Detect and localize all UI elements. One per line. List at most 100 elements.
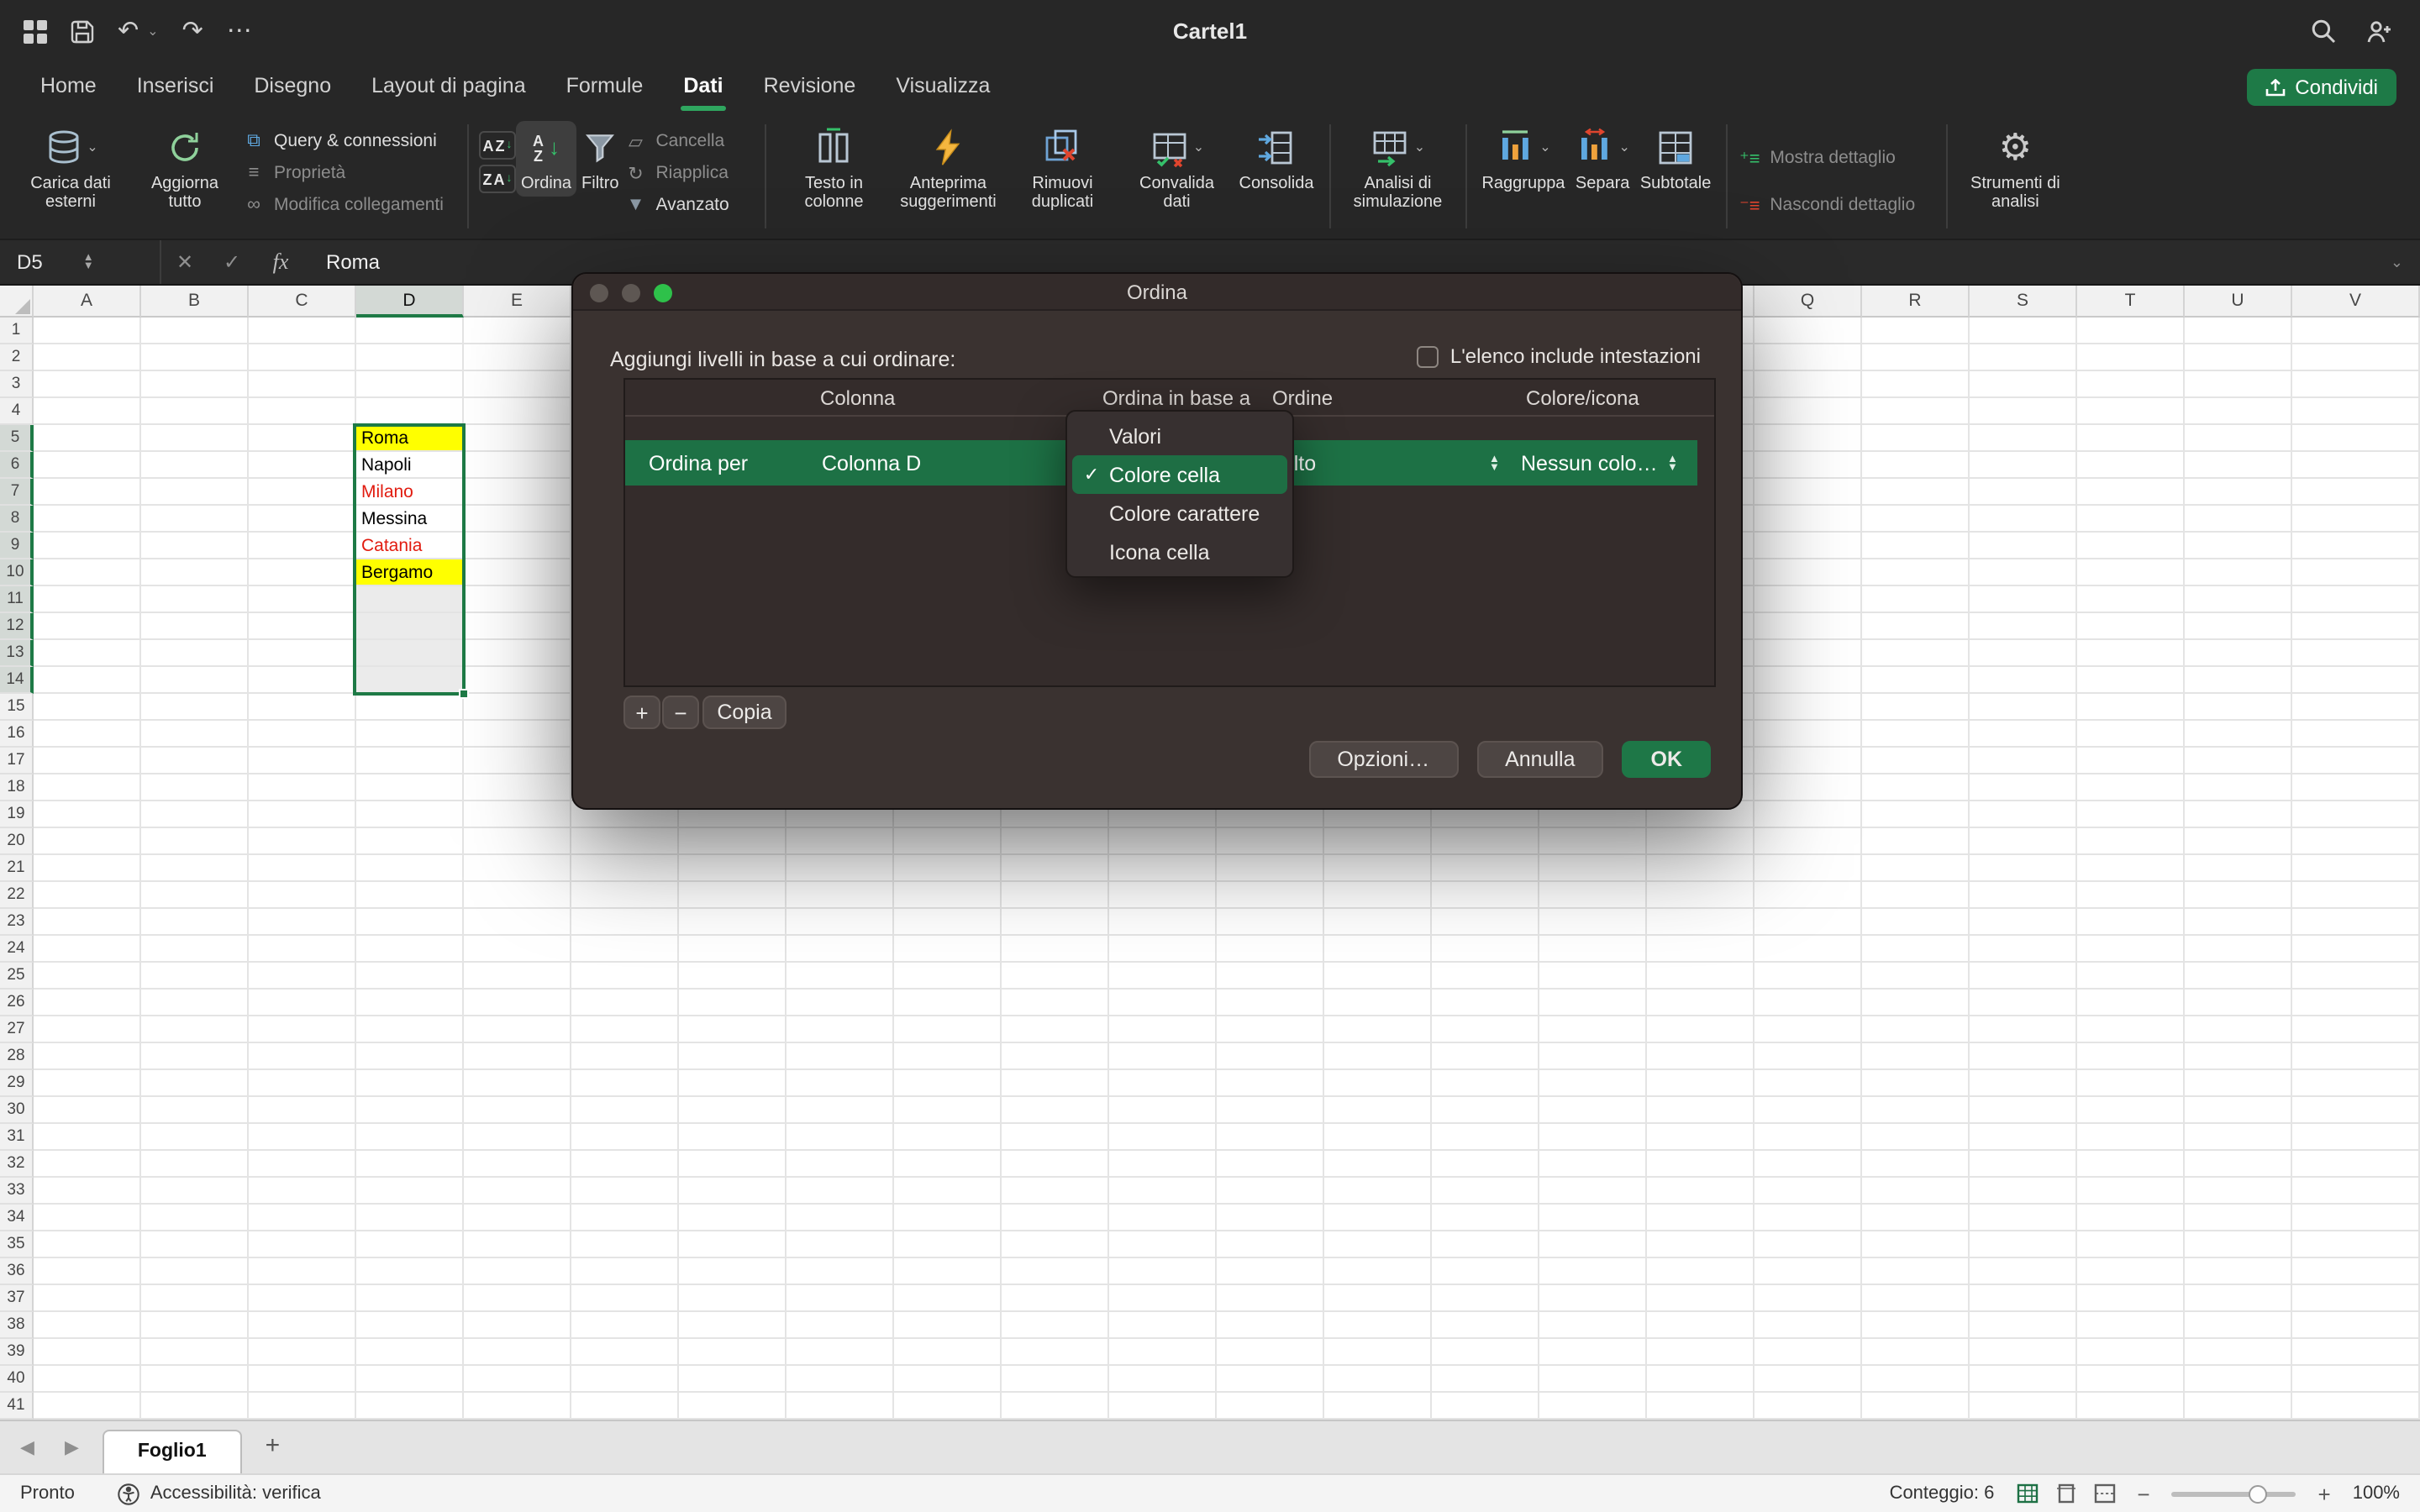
cell-Q31[interactable] xyxy=(1754,1124,1862,1151)
cell-N26[interactable] xyxy=(1432,990,1539,1016)
cell-I22[interactable] xyxy=(894,882,1002,909)
cell-B1[interactable] xyxy=(141,318,249,344)
cell-V29[interactable] xyxy=(2292,1070,2420,1097)
cell-F21[interactable] xyxy=(571,855,679,882)
remove-duplicates-button[interactable]: Rimuovi duplicati xyxy=(1006,121,1120,216)
cell-D15[interactable] xyxy=(356,694,464,721)
cell-M30[interactable] xyxy=(1324,1097,1432,1124)
cell-S6[interactable] xyxy=(1970,452,2077,479)
cell-P35[interactable] xyxy=(1647,1231,1754,1258)
cell-T4[interactable] xyxy=(2077,398,2185,425)
cell-T14[interactable] xyxy=(2077,667,2185,694)
sheet-tab-foglio1[interactable]: Foglio1 xyxy=(103,1430,242,1473)
cell-S26[interactable] xyxy=(1970,990,2077,1016)
cell-D33[interactable] xyxy=(356,1178,464,1205)
cell-V10[interactable] xyxy=(2292,559,2420,586)
cell-N41[interactable] xyxy=(1432,1393,1539,1420)
properties-button[interactable]: ≡ Proprietà xyxy=(242,160,457,186)
cell-E18[interactable] xyxy=(464,774,571,801)
cell-J29[interactable] xyxy=(1002,1070,1109,1097)
column-header-D[interactable]: D xyxy=(356,286,464,318)
cell-J21[interactable] xyxy=(1002,855,1109,882)
cell-U27[interactable] xyxy=(2185,1016,2292,1043)
cell-V37[interactable] xyxy=(2292,1285,2420,1312)
cell-T6[interactable] xyxy=(2077,452,2185,479)
cell-F32[interactable] xyxy=(571,1151,679,1178)
minimize-window-icon[interactable] xyxy=(622,284,640,302)
add-sheet-button[interactable]: + xyxy=(242,1431,304,1473)
cell-C30[interactable] xyxy=(249,1097,356,1124)
consolidate-button[interactable]: Consolida xyxy=(1234,121,1319,197)
cell-V38[interactable] xyxy=(2292,1312,2420,1339)
cell-N29[interactable] xyxy=(1432,1070,1539,1097)
cell-C4[interactable] xyxy=(249,398,356,425)
cell-M38[interactable] xyxy=(1324,1312,1432,1339)
cell-L26[interactable] xyxy=(1217,990,1324,1016)
cell-Q23[interactable] xyxy=(1754,909,1862,936)
cell-K35[interactable] xyxy=(1109,1231,1217,1258)
cell-D24[interactable] xyxy=(356,936,464,963)
cell-A13[interactable] xyxy=(34,640,141,667)
cell-V15[interactable] xyxy=(2292,694,2420,721)
cell-E26[interactable] xyxy=(464,990,571,1016)
cell-Q5[interactable] xyxy=(1754,425,1862,452)
cell-E17[interactable] xyxy=(464,748,571,774)
cell-F24[interactable] xyxy=(571,936,679,963)
cell-B13[interactable] xyxy=(141,640,249,667)
cell-N33[interactable] xyxy=(1432,1178,1539,1205)
cell-D26[interactable] xyxy=(356,990,464,1016)
cell-T2[interactable] xyxy=(2077,344,2185,371)
cell-H28[interactable] xyxy=(786,1043,894,1070)
cell-A26[interactable] xyxy=(34,990,141,1016)
zoom-slider[interactable] xyxy=(2172,1491,2296,1496)
row-header-38[interactable]: 38 xyxy=(0,1312,34,1339)
cell-D31[interactable] xyxy=(356,1124,464,1151)
cell-P26[interactable] xyxy=(1647,990,1754,1016)
accessibility-status[interactable]: Accessibilità: verifica xyxy=(118,1483,321,1504)
cell-V3[interactable] xyxy=(2292,371,2420,398)
cell-F36[interactable] xyxy=(571,1258,679,1285)
cell-C23[interactable] xyxy=(249,909,356,936)
cell-L41[interactable] xyxy=(1217,1393,1324,1420)
row-header-7[interactable]: 7 xyxy=(0,479,34,506)
cell-R29[interactable] xyxy=(1862,1070,1970,1097)
cell-S41[interactable] xyxy=(1970,1393,2077,1420)
cell-Q40[interactable] xyxy=(1754,1366,1862,1393)
page-layout-view-icon[interactable] xyxy=(2054,1483,2076,1504)
cell-M21[interactable] xyxy=(1324,855,1432,882)
row-header-5[interactable]: 5 xyxy=(0,425,34,452)
cell-Q34[interactable] xyxy=(1754,1205,1862,1231)
cell-K31[interactable] xyxy=(1109,1124,1217,1151)
cell-C18[interactable] xyxy=(249,774,356,801)
options-button[interactable]: Opzioni… xyxy=(1308,741,1458,778)
cell-U41[interactable] xyxy=(2185,1393,2292,1420)
cell-F20[interactable] xyxy=(571,828,679,855)
clear-filter-button[interactable]: ▱ Cancella xyxy=(624,128,755,155)
zoom-out-icon[interactable]: − xyxy=(2137,1481,2149,1506)
cell-O41[interactable] xyxy=(1539,1393,1647,1420)
row-header-34[interactable]: 34 xyxy=(0,1205,34,1231)
row-header-25[interactable]: 25 xyxy=(0,963,34,990)
cell-O36[interactable] xyxy=(1539,1258,1647,1285)
cell-R14[interactable] xyxy=(1862,667,1970,694)
cell-S12[interactable] xyxy=(1970,613,2077,640)
cell-L30[interactable] xyxy=(1217,1097,1324,1124)
cell-I20[interactable] xyxy=(894,828,1002,855)
cell-A33[interactable] xyxy=(34,1178,141,1205)
cell-Q21[interactable] xyxy=(1754,855,1862,882)
cell-U29[interactable] xyxy=(2185,1070,2292,1097)
cell-V26[interactable] xyxy=(2292,990,2420,1016)
cell-S4[interactable] xyxy=(1970,398,2077,425)
cell-O26[interactable] xyxy=(1539,990,1647,1016)
cell-V21[interactable] xyxy=(2292,855,2420,882)
cell-S39[interactable] xyxy=(1970,1339,2077,1366)
cell-A6[interactable] xyxy=(34,452,141,479)
cell-G22[interactable] xyxy=(679,882,786,909)
cell-M20[interactable] xyxy=(1324,828,1432,855)
zoom-window-icon[interactable] xyxy=(654,284,672,302)
cell-U7[interactable] xyxy=(2185,479,2292,506)
column-header-C[interactable]: C xyxy=(249,286,356,318)
cell-M40[interactable] xyxy=(1324,1366,1432,1393)
cell-U4[interactable] xyxy=(2185,398,2292,425)
cell-D25[interactable] xyxy=(356,963,464,990)
